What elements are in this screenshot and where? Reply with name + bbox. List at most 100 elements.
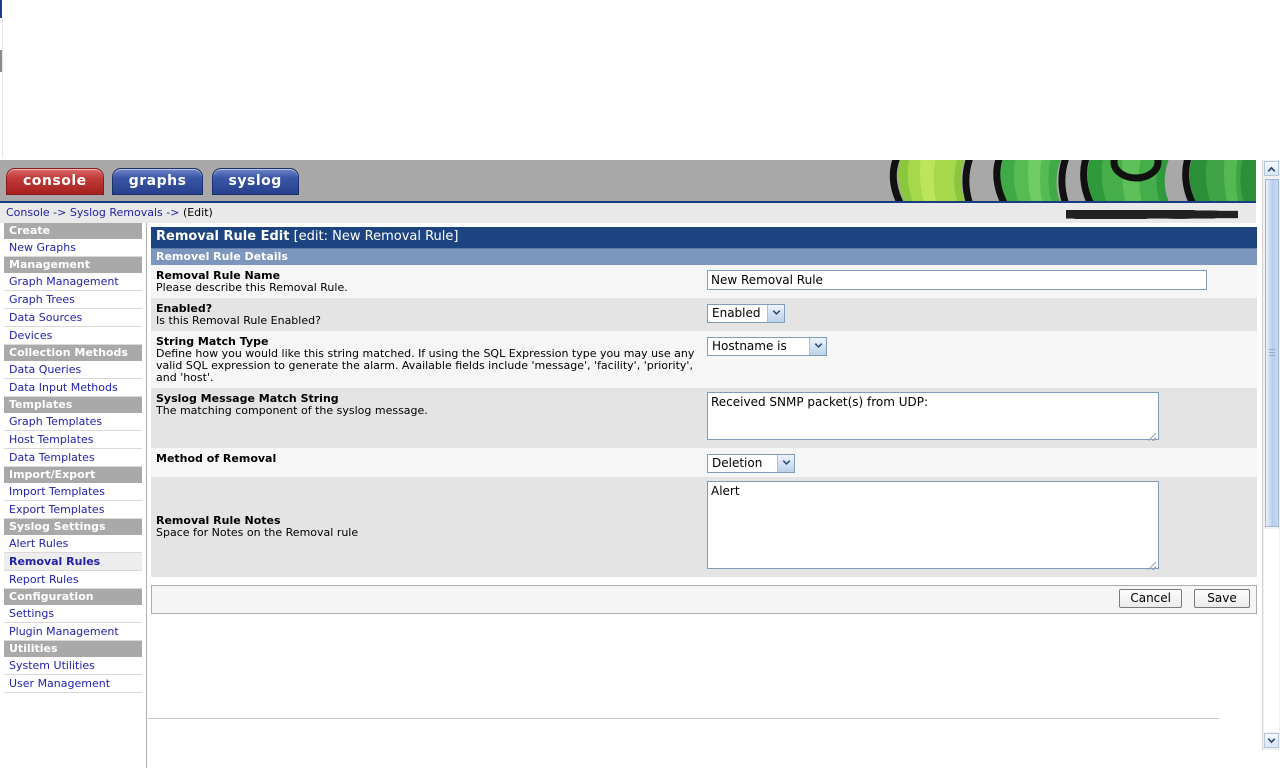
tab-graphs[interactable]: graphs	[111, 168, 204, 195]
content-bottom-rule	[148, 718, 1219, 719]
form-label-cell: Syslog Message Match String The matching…	[151, 388, 707, 448]
form-field-cell: Deletion	[707, 448, 1257, 477]
form-label-cell: Method of Removal	[151, 448, 707, 477]
scrollbar-track-lower[interactable]	[1264, 529, 1279, 732]
body-area: Create New Graphs Management Graph Manag…	[0, 223, 1257, 768]
sidebar-item-system-utilities[interactable]: System Utilities	[4, 657, 142, 675]
main-content: Removal Rule Edit [edit: New Removal Rul…	[147, 223, 1257, 768]
sidebar-item-report-rules[interactable]: Report Rules	[4, 571, 142, 589]
form-label-cell: Enabled? Is this Removal Rule Enabled?	[151, 298, 707, 331]
sidebar-item-alert-rules[interactable]: Alert Rules	[4, 535, 142, 553]
sidebar-item-removal-rules[interactable]: Removal Rules	[4, 553, 142, 571]
sidebar-item-graph-templates[interactable]: Graph Templates	[4, 413, 142, 431]
breadcrumb: Console -> Syslog Removals -> (Edit)	[6, 206, 213, 219]
sidebar-item-data-sources[interactable]: Data Sources	[4, 309, 142, 327]
sidebar-item-devices[interactable]: Devices	[4, 327, 142, 345]
form-label-cell: Removal Rule Name Please describe this R…	[151, 265, 707, 298]
form-row-enabled: Enabled? Is this Removal Rule Enabled? E…	[151, 298, 1257, 331]
chevron-down-icon	[809, 337, 826, 355]
form-field-cell: Alert	[707, 477, 1257, 577]
tab-syslog[interactable]: syslog	[211, 168, 299, 195]
scrollbar-grip-icon	[1269, 349, 1275, 357]
sidebar-nav: Create New Graphs Management Graph Manag…	[0, 223, 147, 768]
form-field-cell	[707, 265, 1257, 298]
sidebar-item-import-templates[interactable]: Import Templates	[4, 483, 142, 501]
app-banner: console graphs syslog	[0, 160, 1256, 201]
sidebar-header-syslog-settings: Syslog Settings	[4, 519, 142, 535]
breadcrumb-bar: Console -> Syslog Removals -> (Edit)	[0, 201, 1256, 223]
sidebar-header-import-export: Import/Export	[4, 467, 142, 483]
breadcrumb-current: (Edit)	[182, 206, 213, 219]
enabled-select[interactable]: Enabled	[707, 303, 785, 323]
breadcrumb-link-console[interactable]: Console	[6, 206, 50, 219]
form-row-method-of-removal: Method of Removal Deletion	[151, 448, 1257, 477]
sidebar-header-create: Create	[4, 223, 142, 239]
browser-viewport: console graphs syslog Console -> Syslog …	[0, 160, 1280, 768]
scroll-up-arrow-icon[interactable]	[1264, 161, 1279, 176]
form-row-string-match-type: String Match Type Define how you would l…	[151, 331, 1257, 388]
save-button[interactable]: Save	[1194, 588, 1250, 608]
page-root: console graphs syslog Console -> Syslog …	[0, 0, 1280, 768]
enabled-select-value: Enabled	[712, 306, 761, 320]
message-match-textarea[interactable]: Received SNMP packet(s) from UDP:	[707, 392, 1159, 440]
breadcrumb-separator-2: ->	[166, 206, 180, 219]
form-action-bar: Cancel Save	[151, 584, 1257, 614]
chevron-down-icon	[777, 454, 794, 472]
sidebar-header-configuration: Configuration	[4, 589, 142, 605]
string-match-type-select[interactable]: Hostname is	[707, 336, 827, 356]
page-title-context: [edit: New Removal Rule]	[293, 229, 459, 244]
blank-page-top	[0, 0, 1280, 160]
tab-console[interactable]: console	[6, 168, 104, 195]
form-label-cell: String Match Type Define how you would l…	[151, 331, 707, 388]
sidebar-item-new-graphs[interactable]: New Graphs	[4, 239, 142, 257]
form-row-rule-notes: Removal Rule Notes Space for Notes on th…	[151, 476, 1257, 577]
label-method-of-removal: Method of Removal	[156, 452, 277, 465]
sidebar-item-data-queries[interactable]: Data Queries	[4, 361, 142, 379]
window-edge-hairline	[2, 18, 3, 158]
primary-tabs: console graphs syslog	[6, 168, 302, 201]
form-field-cell: Enabled	[707, 298, 1257, 331]
sidebar-item-export-templates[interactable]: Export Templates	[4, 501, 142, 519]
sidebar-header-collection-methods: Collection Methods	[4, 345, 142, 361]
sidebar-item-graph-management[interactable]: Graph Management	[4, 273, 142, 291]
section-header-details: Removel Rule Details	[151, 248, 1257, 265]
desc-rule-name: Please describe this Removal Rule.	[156, 281, 348, 294]
removal-rule-form: Removal Rule Edit [edit: New Removal Rul…	[151, 227, 1257, 614]
cacti-logo-graphic	[878, 160, 1256, 201]
string-match-type-value: Hostname is	[712, 339, 787, 353]
sidebar-item-data-templates[interactable]: Data Templates	[4, 449, 142, 467]
sidebar-item-user-management[interactable]: User Management	[4, 675, 142, 693]
desc-string-match-type: Define how you would like this string ma…	[156, 347, 695, 384]
rule-notes-textarea[interactable]: Alert	[707, 480, 1159, 569]
desc-rule-notes: Space for Notes on the Removal rule	[156, 526, 359, 539]
desc-message-match-string: The matching component of the syslog mes…	[156, 404, 428, 417]
rule-name-input[interactable]	[707, 270, 1207, 290]
vertical-scrollbar[interactable]	[1262, 160, 1280, 750]
sidebar-item-settings[interactable]: Settings	[4, 605, 142, 623]
page-title: Removal Rule Edit [edit: New Removal Rul…	[151, 227, 1257, 248]
form-row-message-match-string: Syslog Message Match String The matching…	[151, 388, 1257, 448]
window-edge-marker-top	[0, 0, 2, 18]
page-title-strong: Removal Rule Edit	[156, 229, 290, 244]
sidebar-item-plugin-management[interactable]: Plugin Management	[4, 623, 142, 641]
method-of-removal-select[interactable]: Deletion	[707, 453, 795, 473]
sidebar-item-host-templates[interactable]: Host Templates	[4, 431, 142, 449]
cactus-illustration	[878, 160, 1256, 201]
breadcrumb-link-syslog-removals[interactable]: Syslog Removals	[70, 206, 163, 219]
redacted-user-text	[1066, 210, 1238, 219]
message-match-textarea-wrap: Received SNMP packet(s) from UDP:	[707, 392, 1159, 444]
sidebar-item-data-input-methods[interactable]: Data Input Methods	[4, 379, 142, 397]
form-row-rule-name: Removal Rule Name Please describe this R…	[151, 265, 1257, 298]
desc-enabled: Is this Removal Rule Enabled?	[156, 314, 321, 327]
cancel-button[interactable]: Cancel	[1119, 588, 1182, 608]
scrollbar-thumb[interactable]	[1265, 179, 1279, 527]
rule-notes-textarea-wrap: Alert	[707, 480, 1159, 573]
scroll-down-arrow-icon[interactable]	[1264, 733, 1279, 748]
breadcrumb-separator-1: ->	[53, 206, 67, 219]
form-field-cell: Received SNMP packet(s) from UDP:	[707, 388, 1257, 448]
method-of-removal-value: Deletion	[712, 456, 763, 470]
chevron-down-icon	[767, 304, 784, 322]
form-label-cell: Removal Rule Notes Space for Notes on th…	[151, 477, 707, 577]
sidebar-header-templates: Templates	[4, 397, 142, 413]
sidebar-item-graph-trees[interactable]: Graph Trees	[4, 291, 142, 309]
